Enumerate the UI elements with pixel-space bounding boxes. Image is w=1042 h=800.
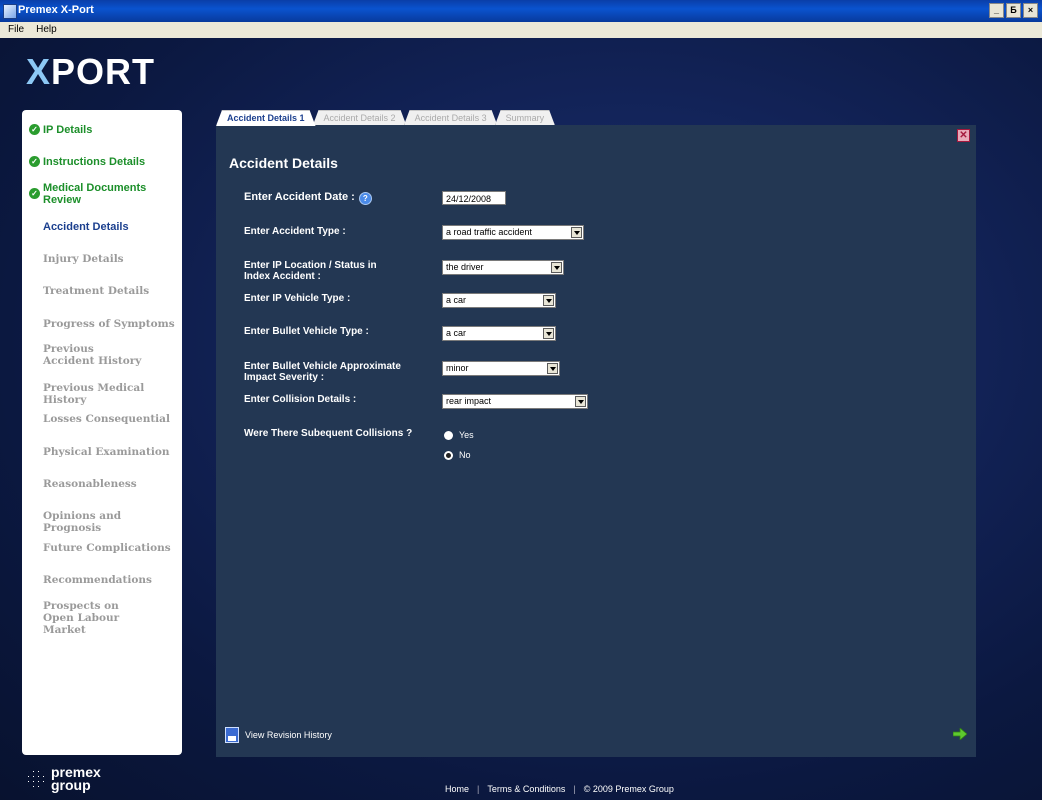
- sidebar-item-prospects-on-open-labour-market[interactable]: Prospects on Open Labour Market: [22, 600, 152, 636]
- radio-yes[interactable]: Yes: [444, 430, 474, 440]
- sidebar: ✓ IP Details ✓ Instructions Details ✓ Medic…: [22, 110, 182, 755]
- radio-button-selected[interactable]: [444, 450, 453, 460]
- bullet-vehicle-type-label: Enter Bullet Vehicle Type :: [244, 326, 369, 337]
- sidebar-item-ip-details[interactable]: ✓ IP Details: [22, 124, 182, 136]
- footer-copyright: © 2009 Premex Group: [583, 784, 674, 794]
- sidebar-item-reasonableness[interactable]: Reasonableness: [22, 478, 182, 490]
- ip-location-label: Enter IP Location / Status in Index Acci…: [244, 260, 377, 282]
- footer-home-link[interactable]: Home: [445, 784, 469, 794]
- sidebar-item-previous-accident-history[interactable]: Previous Accident History: [22, 343, 147, 367]
- impact-severity-select[interactable]: minor: [442, 361, 560, 376]
- tab-bar: Accident Details 1 Accident Details 2 Ac…: [216, 110, 552, 126]
- premex-logo-icon: [26, 769, 46, 789]
- accident-details-panel: ✕ Accident Details Enter Accident Date :…: [216, 125, 976, 757]
- panel-title: Accident Details: [229, 155, 338, 171]
- sidebar-item-injury-details[interactable]: Injury Details: [22, 253, 182, 265]
- collision-details-label: Enter Collision Details :: [244, 394, 357, 405]
- check-icon: ✓: [29, 156, 40, 167]
- sidebar-item-progress-of-symptoms[interactable]: Progress of Symptoms: [22, 318, 182, 330]
- app-icon: [3, 4, 17, 19]
- chevron-down-icon[interactable]: [575, 396, 586, 407]
- chevron-down-icon[interactable]: [571, 227, 582, 238]
- sidebar-item-instructions-details[interactable]: ✓ Instructions Details: [22, 156, 182, 168]
- ip-vehicle-type-label: Enter IP Vehicle Type :: [244, 293, 351, 304]
- help-icon[interactable]: ?: [358, 192, 372, 205]
- check-icon: ✓: [29, 188, 40, 199]
- subsequent-collisions-label: Were There Subequent Collisions ?: [244, 428, 413, 439]
- view-revision-history-link[interactable]: View Revision History: [225, 727, 332, 743]
- footer-terms-link[interactable]: Terms & Conditions: [487, 784, 565, 794]
- app-area: XPORT ✓ IP Details ✓ Instructions Details …: [0, 38, 1042, 800]
- close-window-button[interactable]: ×: [1023, 3, 1038, 18]
- sidebar-item-recommendations[interactable]: Recommendations: [22, 574, 182, 586]
- sidebar-item-treatment-details[interactable]: Treatment Details: [22, 285, 182, 297]
- xport-logo: XPORT: [26, 51, 156, 92]
- sidebar-item-medical-documents-review[interactable]: ✓ Medical Documents Review: [22, 182, 152, 206]
- next-arrow-icon[interactable]: [953, 728, 967, 740]
- close-panel-button[interactable]: ✕: [957, 129, 970, 142]
- chevron-down-icon[interactable]: [543, 328, 554, 339]
- window-controls: _ Б ×: [989, 3, 1038, 18]
- tab-accident-details-1[interactable]: Accident Details 1: [216, 110, 316, 126]
- check-icon: ✓: [29, 124, 40, 135]
- impact-severity-label: Enter Bullet Vehicle Approximate Impact …: [244, 361, 401, 383]
- accident-type-label: Enter Accident Type :: [244, 226, 346, 237]
- accident-date-input[interactable]: 24/12/2008: [442, 191, 506, 205]
- tab-accident-details-2[interactable]: Accident Details 2: [313, 110, 407, 126]
- tab-accident-details-3[interactable]: Accident Details 3: [404, 110, 498, 126]
- sidebar-item-opinions-and-prognosis[interactable]: Opinions and Prognosis: [22, 510, 182, 534]
- restore-button[interactable]: Б: [1006, 3, 1021, 18]
- save-disk-icon: [225, 727, 239, 743]
- menu-help[interactable]: Help: [36, 22, 57, 38]
- chevron-down-icon[interactable]: [547, 363, 558, 374]
- menu-file[interactable]: File: [8, 22, 24, 38]
- minimize-button[interactable]: _: [989, 3, 1004, 18]
- footer: Home | Terms & Conditions | © 2009 Preme…: [445, 784, 674, 794]
- sidebar-item-future-complications[interactable]: Future Complications: [22, 542, 182, 554]
- ip-vehicle-type-select[interactable]: a car: [442, 293, 556, 308]
- sidebar-item-previous-medical-history[interactable]: Previous Medical History: [22, 382, 182, 406]
- accident-date-label: Enter Accident Date :?: [244, 192, 444, 205]
- radio-no[interactable]: No: [444, 450, 471, 460]
- window-title: Premex X-Port: [18, 4, 94, 16]
- chevron-down-icon[interactable]: [543, 295, 554, 306]
- premex-group-logo: premex group: [26, 765, 101, 792]
- sidebar-item-losses-consequential[interactable]: Losses Consequential: [22, 413, 182, 425]
- tab-summary[interactable]: Summary: [495, 110, 556, 126]
- bullet-vehicle-type-select[interactable]: a car: [442, 326, 556, 341]
- ip-location-select[interactable]: the driver: [442, 260, 564, 275]
- radio-button[interactable]: [444, 430, 453, 440]
- accident-type-select[interactable]: a road traffic accident: [442, 225, 584, 240]
- chevron-down-icon[interactable]: [551, 262, 562, 273]
- sidebar-item-accident-details[interactable]: Accident Details: [22, 221, 182, 233]
- menu-bar: File Help: [0, 22, 1042, 38]
- window-titlebar: Premex X-Port _ Б ×: [0, 0, 1042, 22]
- sidebar-item-physical-examination[interactable]: Physical Examination: [22, 446, 182, 458]
- collision-details-select[interactable]: rear impact: [442, 394, 588, 409]
